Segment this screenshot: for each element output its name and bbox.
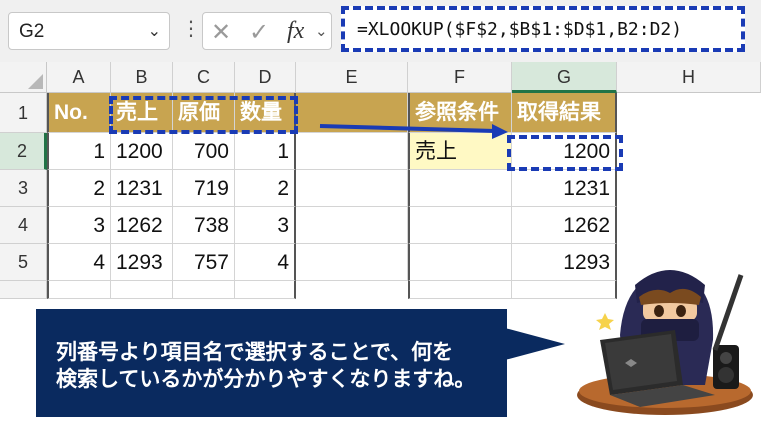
callout-line-2: 検索しているかが分かりやすくなりますね。 <box>56 367 476 391</box>
cell-a1[interactable]: No. <box>47 93 111 133</box>
cell-d6[interactable] <box>235 281 296 299</box>
cell-b2[interactable]: 1200 <box>111 133 173 170</box>
column-header-d[interactable]: D <box>235 62 296 93</box>
callout-line-1: 列番号より項目名で選択することで、何を <box>56 340 454 364</box>
cell-c6[interactable] <box>173 281 235 299</box>
cancel-icon[interactable]: ✕ <box>211 18 231 47</box>
cell-a6[interactable] <box>47 281 111 299</box>
insert-function-icon[interactable]: fx <box>287 18 304 45</box>
cell-b6[interactable] <box>111 281 173 299</box>
chevron-down-icon[interactable]: ⌄ <box>148 21 161 41</box>
column-header-a[interactable]: A <box>47 62 111 93</box>
enter-check-icon[interactable]: ✓ <box>249 18 269 47</box>
ninja-with-laptop-icon <box>577 270 753 415</box>
formula-text: =XLOOKUP($F$2,$B$1:$D$1,B2:D2) <box>357 19 683 40</box>
name-box-value: G2 <box>19 21 45 42</box>
column-header-c[interactable]: C <box>173 62 235 93</box>
more-options-icon[interactable]: ⋮ <box>181 16 201 42</box>
cell-c4[interactable]: 738 <box>173 207 235 244</box>
cell-b4[interactable]: 1262 <box>111 207 173 244</box>
cell-b3[interactable]: 1231 <box>111 170 173 207</box>
row-header-6[interactable] <box>0 281 47 299</box>
cell-d3[interactable]: 2 <box>235 170 296 207</box>
cell-a3[interactable]: 2 <box>47 170 111 207</box>
column-header-h[interactable]: H <box>617 62 761 93</box>
cell-a2[interactable]: 1 <box>47 133 111 170</box>
callout-text: 列番号より項目名で選択することで、何を 検索しているかが分かりやすくなりますね。 <box>56 339 497 393</box>
cell-c5[interactable]: 757 <box>173 244 235 281</box>
column-header-g[interactable]: G <box>512 62 617 93</box>
cell-e1[interactable] <box>296 93 408 133</box>
cell-f2[interactable]: 売上 <box>408 133 512 170</box>
name-box[interactable]: G2 ⌄ <box>8 12 170 50</box>
chevron-down-icon[interactable]: ⌄ <box>315 22 328 40</box>
cell-g3[interactable]: 1231 <box>512 170 617 207</box>
cell-g4[interactable]: 1262 <box>512 207 617 244</box>
cell-c2[interactable]: 700 <box>173 133 235 170</box>
cell-e3[interactable] <box>296 170 408 207</box>
cell-a4[interactable]: 3 <box>47 207 111 244</box>
row-header-4[interactable]: 4 <box>0 207 47 244</box>
callout-tail <box>505 328 565 360</box>
cell-e4[interactable] <box>296 207 408 244</box>
cell-b5[interactable]: 1293 <box>111 244 173 281</box>
column-header-f[interactable]: F <box>408 62 512 93</box>
row-header-1[interactable]: 1 <box>0 93 47 133</box>
row-header-3[interactable]: 3 <box>0 170 47 207</box>
cell-d1[interactable]: 数量 <box>235 93 296 133</box>
cell-f5[interactable] <box>408 244 512 281</box>
cell-d5[interactable]: 4 <box>235 244 296 281</box>
cell-b1[interactable]: 売上 <box>111 93 173 133</box>
cell-e2[interactable] <box>296 133 408 170</box>
cell-f3[interactable] <box>408 170 512 207</box>
cell-f1[interactable]: 参照条件 <box>408 93 512 133</box>
formula-bar: G2 ⌄ ⋮ ✕ ✓ fx ⌄ =XLOOKUP($F$2,$B$1:$D$1,… <box>0 0 761 62</box>
cell-c3[interactable]: 719 <box>173 170 235 207</box>
cell-f4[interactable] <box>408 207 512 244</box>
cell-f6[interactable] <box>408 281 512 299</box>
row-header-2[interactable]: 2 <box>0 133 47 170</box>
formula-controls: ✕ ✓ fx ⌄ <box>202 12 332 50</box>
cell-e5[interactable] <box>296 244 408 281</box>
row-header-5[interactable]: 5 <box>0 244 47 281</box>
select-all-corner[interactable] <box>0 62 47 93</box>
formula-input[interactable]: =XLOOKUP($F$2,$B$1:$D$1,B2:D2) <box>341 6 745 52</box>
column-header-e[interactable]: E <box>296 62 408 93</box>
cell-c1[interactable]: 原価 <box>173 93 235 133</box>
column-header-b[interactable]: B <box>111 62 173 93</box>
explanation-callout: 列番号より項目名で選択することで、何を 検索しているかが分かりやすくなりますね。 <box>36 309 507 417</box>
cell-d4[interactable]: 3 <box>235 207 296 244</box>
cell-g2[interactable]: 1200 <box>512 133 617 170</box>
cell-g1[interactable]: 取得結果 <box>512 93 617 133</box>
cell-a5[interactable]: 4 <box>47 244 111 281</box>
cell-d2[interactable]: 1 <box>235 133 296 170</box>
